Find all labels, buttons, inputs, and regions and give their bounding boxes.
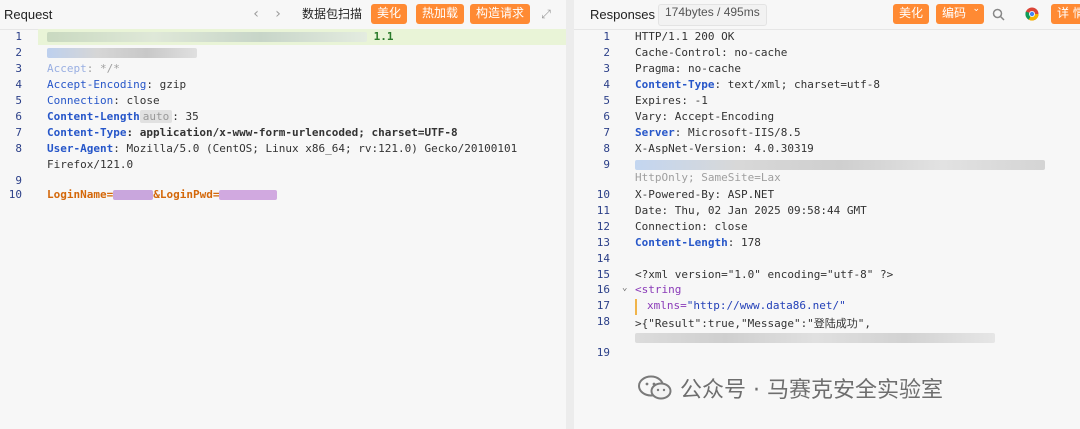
redacted-text [219,190,278,200]
request-line[interactable]: 7 Content-Type: application/x-www-form-u… [0,126,566,142]
auto-badge[interactable]: auto [139,110,173,123]
request-line[interactable]: 5 Connection: close [0,94,566,110]
chevron-right-icon[interactable]: › [268,4,288,24]
chevron-left-icon[interactable]: ‹ [246,4,266,24]
response-line[interactable]: 17 xmlns="http://www.data86.net/" [574,299,1080,315]
response-line[interactable]: 11 Date: Thu, 02 Jan 2025 09:58:44 GMT [574,204,1080,220]
indent-guide [635,299,637,315]
request-line[interactable]: 8 User-Agent: Mozilla/5.0 (CentOS; Linux… [0,142,566,158]
response-line[interactable]: 13 Content-Length: 178 [574,236,1080,252]
request-body-line[interactable]: 10 LoginName= &LoginPwd= [0,188,566,204]
redacted-text [47,32,367,42]
expand-icon[interactable]: ⤢ [536,4,556,24]
response-line[interactable]: 12 Connection: close [574,220,1080,236]
redacted-text [635,160,1045,170]
response-line[interactable]: 4 Content-Type: text/xml; charset=utf-8 [574,78,1080,94]
response-line-wrap[interactable] [574,331,1080,347]
response-line[interactable]: 5 Expires: -1 [574,94,1080,110]
build-request-button[interactable]: 构造请求 [470,4,531,24]
chevron-down-icon: ⌄ [972,4,981,14]
response-line[interactable]: 1 HTTP/1.1 200 OK [574,30,1080,46]
app-root: Request ‹ › 数据包扫描 美化 热加载 构造请求 ⤢ 1 1.1 2 … [0,0,1080,429]
redacted-text [47,48,197,58]
request-line-wrap[interactable]: Firefox/121.0 [0,158,566,174]
response-line[interactable]: 18 >{"Result":true,"Message":"登陆成功", [574,315,1080,331]
response-line-wrap[interactable]: HttpOnly; SameSite=Lax [574,171,1080,187]
hot-reload-button[interactable]: 热加载 [416,4,465,24]
response-toolbar: Responses 174bytes / 495ms 美化 编码 ⌄ 详 情 [574,0,1080,30]
response-line[interactable]: 3 Pragma: no-cache [574,62,1080,78]
request-title: Request [4,7,53,22]
request-toolbar: Request ‹ › 数据包扫描 美化 热加载 构造请求 ⤢ [0,0,566,30]
request-pane: Request ‹ › 数据包扫描 美化 热加载 构造请求 ⤢ 1 1.1 2 … [0,0,566,429]
packet-scan-button[interactable]: 数据包扫描 [302,5,362,23]
search-icon[interactable] [988,4,1008,24]
pane-divider[interactable] [566,0,574,429]
request-line[interactable]: 6 Content-Length auto: 35 [0,110,566,126]
response-line[interactable]: 15 <?xml version="1.0" encoding="utf-8" ?… [574,268,1080,284]
size-time-badge: 174bytes / 495ms [658,4,767,26]
response-line[interactable]: 6 Vary: Accept-Encoding [574,110,1080,126]
detail-button[interactable]: 详 情 [1051,4,1080,24]
response-title: Responses [590,7,656,22]
response-line[interactable]: 19 [574,346,1080,362]
redacted-text [113,190,154,200]
request-line[interactable]: 3 Accept: */* [0,62,566,78]
fold-chevron-icon[interactable]: ⌄ [622,283,627,293]
request-line[interactable]: 2 [0,46,566,62]
response-line[interactable]: 16 ⌄ <string [574,283,1080,299]
request-line[interactable]: 1 1.1 [0,30,566,46]
beautify-button[interactable]: 美化 [371,4,408,24]
encoding-button[interactable]: 编码 ⌄ [936,4,985,24]
response-line[interactable]: 10 X-Powered-By: ASP.NET [574,188,1080,204]
redacted-text [635,333,995,343]
response-line[interactable]: 14 [574,252,1080,268]
beautify-button[interactable]: 美化 [893,4,930,24]
watermark: 公众号 · 马赛克安全实验室 [638,372,943,404]
response-line[interactable]: 7 Server: Microsoft-IIS/8.5 [574,126,1080,142]
response-pane: Responses 174bytes / 495ms 美化 编码 ⌄ 详 情 1H… [574,0,1080,429]
response-line[interactable]: 2 Cache-Control: no-cache [574,46,1080,62]
response-line[interactable]: 8 X-AspNet-Version: 4.0.30319 [574,142,1080,158]
wechat-icon [638,375,672,401]
chrome-icon[interactable] [1022,4,1042,24]
request-line[interactable]: 4 Accept-Encoding: gzip [0,78,566,94]
